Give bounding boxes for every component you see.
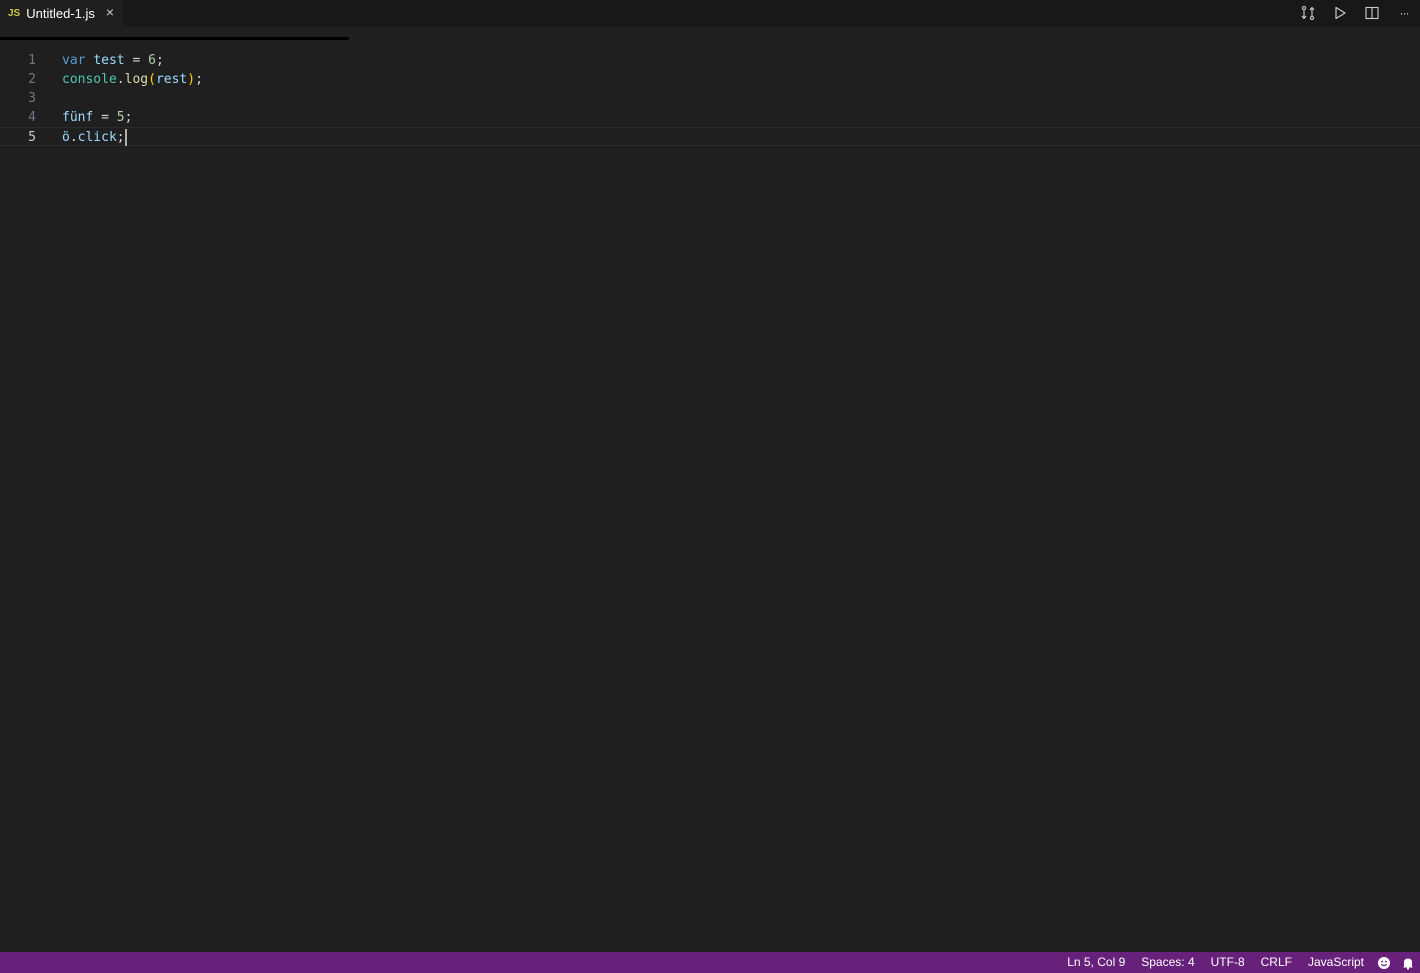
code-token: ö [62, 130, 70, 145]
code-token: 6 [148, 53, 156, 68]
compare-changes-button[interactable] [1292, 0, 1324, 26]
close-icon[interactable]: × [103, 5, 117, 19]
split-editor-icon [1365, 6, 1379, 20]
code-text: ö.click; [62, 128, 127, 147]
code-text: console.log(rest); [62, 70, 203, 89]
encoding-setting[interactable]: UTF-8 [1203, 952, 1253, 973]
code-token: rest [155, 72, 188, 87]
code-token: . [116, 72, 125, 87]
code-token: fünf [62, 110, 94, 125]
more-actions-button[interactable]: ··· [1388, 0, 1420, 26]
tab-untitled-1[interactable]: JS Untitled-1.js × [0, 0, 123, 26]
end-of-line-setting[interactable]: CRLF [1253, 952, 1300, 973]
code-token: ) [187, 72, 196, 87]
code-line[interactable]: 3 [0, 89, 1420, 108]
indentation-setting[interactable]: Spaces: 4 [1133, 952, 1202, 973]
run-icon [1335, 6, 1346, 20]
text-cursor [124, 129, 127, 146]
cursor-position[interactable]: Ln 5, Col 9 [1059, 952, 1133, 973]
code-token: ; [116, 130, 125, 145]
code-line[interactable]: 4 fünf = 5; [0, 108, 1420, 127]
code-line[interactable]: 1 var test = 6; [0, 51, 1420, 70]
status-bar: Ln 5, Col 9 Spaces: 4 UTF-8 CRLF JavaScr… [0, 952, 1420, 973]
javascript-file-icon: JS [8, 7, 21, 19]
code-token: ; [195, 72, 203, 87]
code-token: = [93, 110, 117, 125]
code-line[interactable]: 5 ö.click; [0, 127, 1420, 146]
line-number: 2 [28, 72, 36, 87]
more-actions-icon: ··· [1399, 6, 1410, 20]
code-editor[interactable]: 1 var test = 6; 2 console.log(rest); 3 4 fünf … [0, 26, 1420, 952]
bell-icon [1403, 958, 1413, 970]
line-number: 4 [28, 110, 36, 125]
code-token: var [62, 53, 86, 68]
editor-actions: ··· [1292, 0, 1420, 26]
code-token: log [124, 72, 149, 87]
line-number: 1 [28, 53, 36, 68]
status-bar-right: Ln 5, Col 9 Spaces: 4 UTF-8 CRLF JavaScr… [1059, 952, 1420, 973]
code-line[interactable]: 2 console.log(rest); [0, 70, 1420, 89]
smiley-icon [1378, 956, 1390, 969]
tab-label: Untitled-1.js [26, 5, 95, 21]
line-number: 5 [28, 130, 36, 145]
code-token: click [77, 130, 117, 145]
code-token: ( [148, 72, 156, 87]
notifications-button[interactable] [1396, 952, 1420, 973]
code-text: fünf = 5; [62, 108, 132, 127]
scroll-shadow [0, 37, 349, 40]
code-token: ; [155, 53, 164, 68]
code-token: ; [124, 110, 133, 125]
code-text: var test = 6; [62, 51, 164, 70]
code-token: test [93, 53, 125, 68]
code-token: . [69, 130, 78, 145]
compare-changes-icon [1301, 5, 1315, 21]
run-button[interactable] [1324, 0, 1356, 26]
split-editor-button[interactable] [1356, 0, 1388, 26]
editor-title-bar: JS Untitled-1.js × ··· [0, 0, 1420, 26]
code-token: 5 [116, 110, 125, 125]
line-number: 3 [28, 91, 36, 106]
feedback-button[interactable] [1372, 952, 1396, 973]
language-mode[interactable]: JavaScript [1300, 952, 1372, 973]
code-token: = [124, 53, 149, 68]
code-token: console [62, 72, 117, 87]
